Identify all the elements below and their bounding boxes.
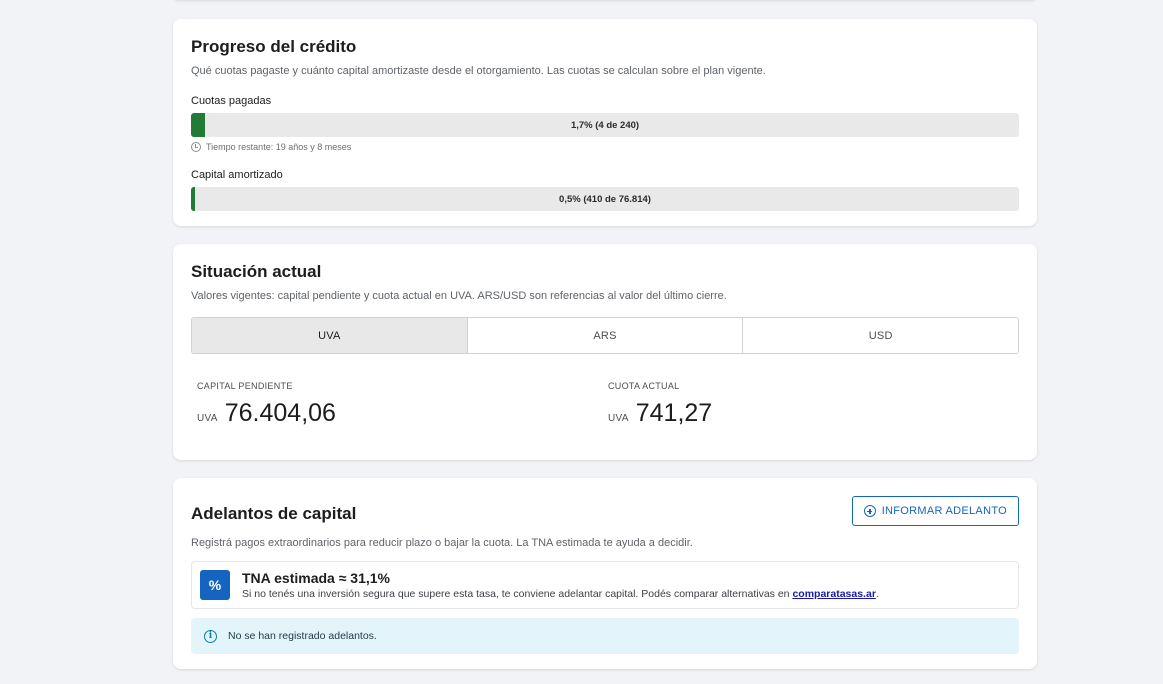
clock-icon bbox=[191, 142, 201, 152]
capital-label: Capital amortizado bbox=[191, 169, 283, 181]
pending-capital-value: 76.404,06 bbox=[224, 399, 336, 427]
currency-toggle: UVA ARS USD bbox=[191, 317, 1019, 354]
tna-description-text: Si no tenés una inversión segura que sup… bbox=[242, 587, 793, 600]
tna-description: Si no tenés una inversión segura que sup… bbox=[242, 587, 879, 601]
capital-advances-title: Adelantos de capital bbox=[191, 504, 357, 523]
credit-progress-subtitle: Qué cuotas pagaste y cuánto capital amor… bbox=[191, 65, 766, 77]
comparatasas-link[interactable]: comparatasas.ar bbox=[792, 588, 875, 600]
current-installment-unit: UVA bbox=[608, 413, 629, 424]
tab-uva[interactable]: UVA bbox=[192, 318, 467, 353]
pending-capital: CAPITAL PENDIENTE UVA 76.404,06 bbox=[197, 380, 608, 428]
installments-metric: Cuotas pagadas 1,7% (4 de 240) Tiempo re… bbox=[191, 94, 1019, 153]
remaining-time: Tiempo restante: 19 años y 8 meses bbox=[191, 141, 1019, 153]
capital-advances-card: Adelantos de capital INFORMAR ADELANTO R… bbox=[173, 478, 1037, 669]
tna-estimate-box: % TNA estimada ≈ 31,1% Si no tenés una i… bbox=[191, 561, 1019, 609]
current-installment: CUOTA ACTUAL UVA 741,27 bbox=[608, 380, 1019, 428]
pending-capital-unit: UVA bbox=[197, 413, 218, 424]
current-status-title: Situación actual bbox=[191, 262, 322, 281]
no-advances-alert: i No se han registrado adelantos. bbox=[191, 618, 1019, 654]
installments-label: Cuotas pagadas bbox=[191, 95, 272, 107]
tna-description-suffix: . bbox=[875, 587, 879, 600]
plus-circle-icon bbox=[863, 505, 876, 517]
info-icon: i bbox=[204, 629, 217, 643]
capital-advances-subtitle: Registrá pagos extraordinarios para redu… bbox=[191, 537, 693, 549]
current-status-card: Situación actual Valores vigentes: capit… bbox=[173, 244, 1037, 460]
credit-progress-title: Progreso del crédito bbox=[191, 37, 357, 56]
capital-progress-bar: 0,5% (410 de 76.814) bbox=[191, 187, 1019, 211]
tab-ars[interactable]: ARS bbox=[466, 318, 743, 353]
credit-progress-card: Progreso del crédito Qué cuotas pagaste … bbox=[173, 19, 1037, 226]
report-advance-label: INFORMAR ADELANTO bbox=[881, 505, 1007, 517]
capital-metric: Capital amortizado 0,5% (410 de 76.814) bbox=[191, 168, 1019, 211]
installments-progress-bar: 1,7% (4 de 240) bbox=[191, 113, 1019, 137]
tna-title: TNA estimada ≈ 31,1% bbox=[242, 569, 390, 586]
current-values: CAPITAL PENDIENTE UVA 76.404,06 CUOTA AC… bbox=[191, 380, 1019, 428]
remaining-time-text: Tiempo restante: 19 años y 8 meses bbox=[206, 142, 352, 152]
pending-capital-label: CAPITAL PENDIENTE bbox=[197, 381, 293, 391]
tab-usd[interactable]: USD bbox=[742, 318, 1018, 353]
current-status-subtitle: Valores vigentes: capital pendiente y cu… bbox=[191, 290, 727, 302]
current-installment-label: CUOTA ACTUAL bbox=[608, 381, 680, 391]
current-installment-value: 741,27 bbox=[635, 399, 713, 427]
report-advance-button[interactable]: INFORMAR ADELANTO bbox=[851, 496, 1019, 526]
capital-progress-text: 0,5% (410 de 76.814) bbox=[559, 193, 651, 205]
no-advances-text: No se han registrado adelantos. bbox=[228, 630, 377, 642]
percent-icon: % bbox=[200, 570, 230, 600]
installments-progress-text: 1,7% (4 de 240) bbox=[570, 119, 640, 131]
